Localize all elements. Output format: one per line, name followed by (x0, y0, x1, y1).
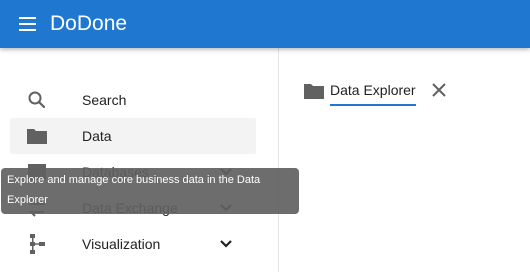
sidebar: Search Data Databases Data Exchange (0, 48, 279, 272)
sidebar-item-label: Visualization (82, 236, 161, 252)
hierarchy-icon (30, 234, 45, 254)
search-icon (28, 91, 46, 109)
tab-active-indicator (330, 104, 416, 106)
tab-label: Data Explorer (330, 82, 416, 98)
sidebar-item-search[interactable]: Search (10, 82, 256, 118)
folder-icon (304, 84, 324, 99)
app-bar: DoDone (0, 0, 530, 48)
sidebar-item-label: Data (82, 128, 112, 144)
sidebar-item-visualization[interactable]: Visualization (10, 226, 256, 262)
main-content: Data Explorer (279, 48, 530, 272)
app-title: DoDone (50, 12, 128, 35)
menu-icon[interactable] (18, 14, 38, 34)
tooltip: Explore and manage core business data in… (1, 168, 299, 214)
close-icon[interactable] (430, 81, 448, 99)
sidebar-item-data[interactable]: Data (10, 118, 256, 154)
chevron-down-icon[interactable] (218, 236, 234, 252)
sidebar-item-label: Search (82, 92, 127, 108)
folder-icon (27, 129, 47, 144)
